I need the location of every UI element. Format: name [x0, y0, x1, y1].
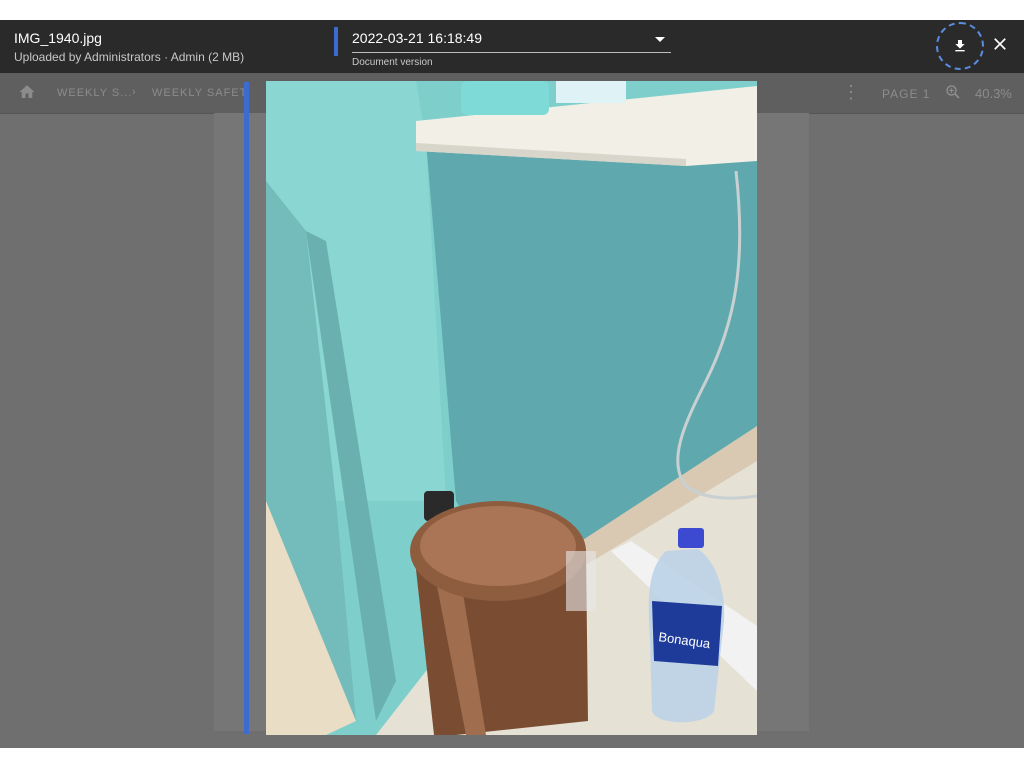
breadcrumb-item[interactable]: WEEKLY S... — [57, 87, 132, 99]
version-select[interactable]: 2022-03-21 16:18:49 — [352, 26, 671, 53]
dropdown-arrow-icon — [655, 37, 665, 42]
page-indicator: PAGE 1 — [882, 87, 931, 101]
version-accent — [334, 27, 338, 56]
zoom-icon[interactable] — [944, 83, 962, 101]
selection-indicator — [244, 82, 249, 734]
zoom-level[interactable]: 40.3% — [975, 86, 1012, 101]
version-value: 2022-03-21 16:18:49 — [352, 30, 482, 46]
file-name: IMG_1940.jpg — [14, 30, 102, 46]
more-vert-icon[interactable]: ⋮ — [842, 82, 860, 103]
home-icon[interactable] — [18, 83, 36, 101]
close-icon[interactable] — [990, 34, 1010, 54]
download-button[interactable] — [936, 22, 984, 70]
download-icon — [955, 40, 965, 52]
file-meta: Uploaded by Administrators · Admin (2 MB… — [14, 50, 245, 64]
document-viewer: WEEKLY S... › WEEKLY SAFETY I ⋮ PAGE 1 4… — [0, 20, 1024, 748]
viewer-header: IMG_1940.jpg Uploaded by Administrators … — [0, 20, 1024, 73]
breadcrumb-separator: › — [132, 86, 137, 98]
image-preview: Bonaqua — [266, 81, 757, 735]
version-label: Document version — [352, 57, 433, 68]
breadcrumb-item[interactable]: WEEKLY SAFETY I — [152, 87, 246, 99]
